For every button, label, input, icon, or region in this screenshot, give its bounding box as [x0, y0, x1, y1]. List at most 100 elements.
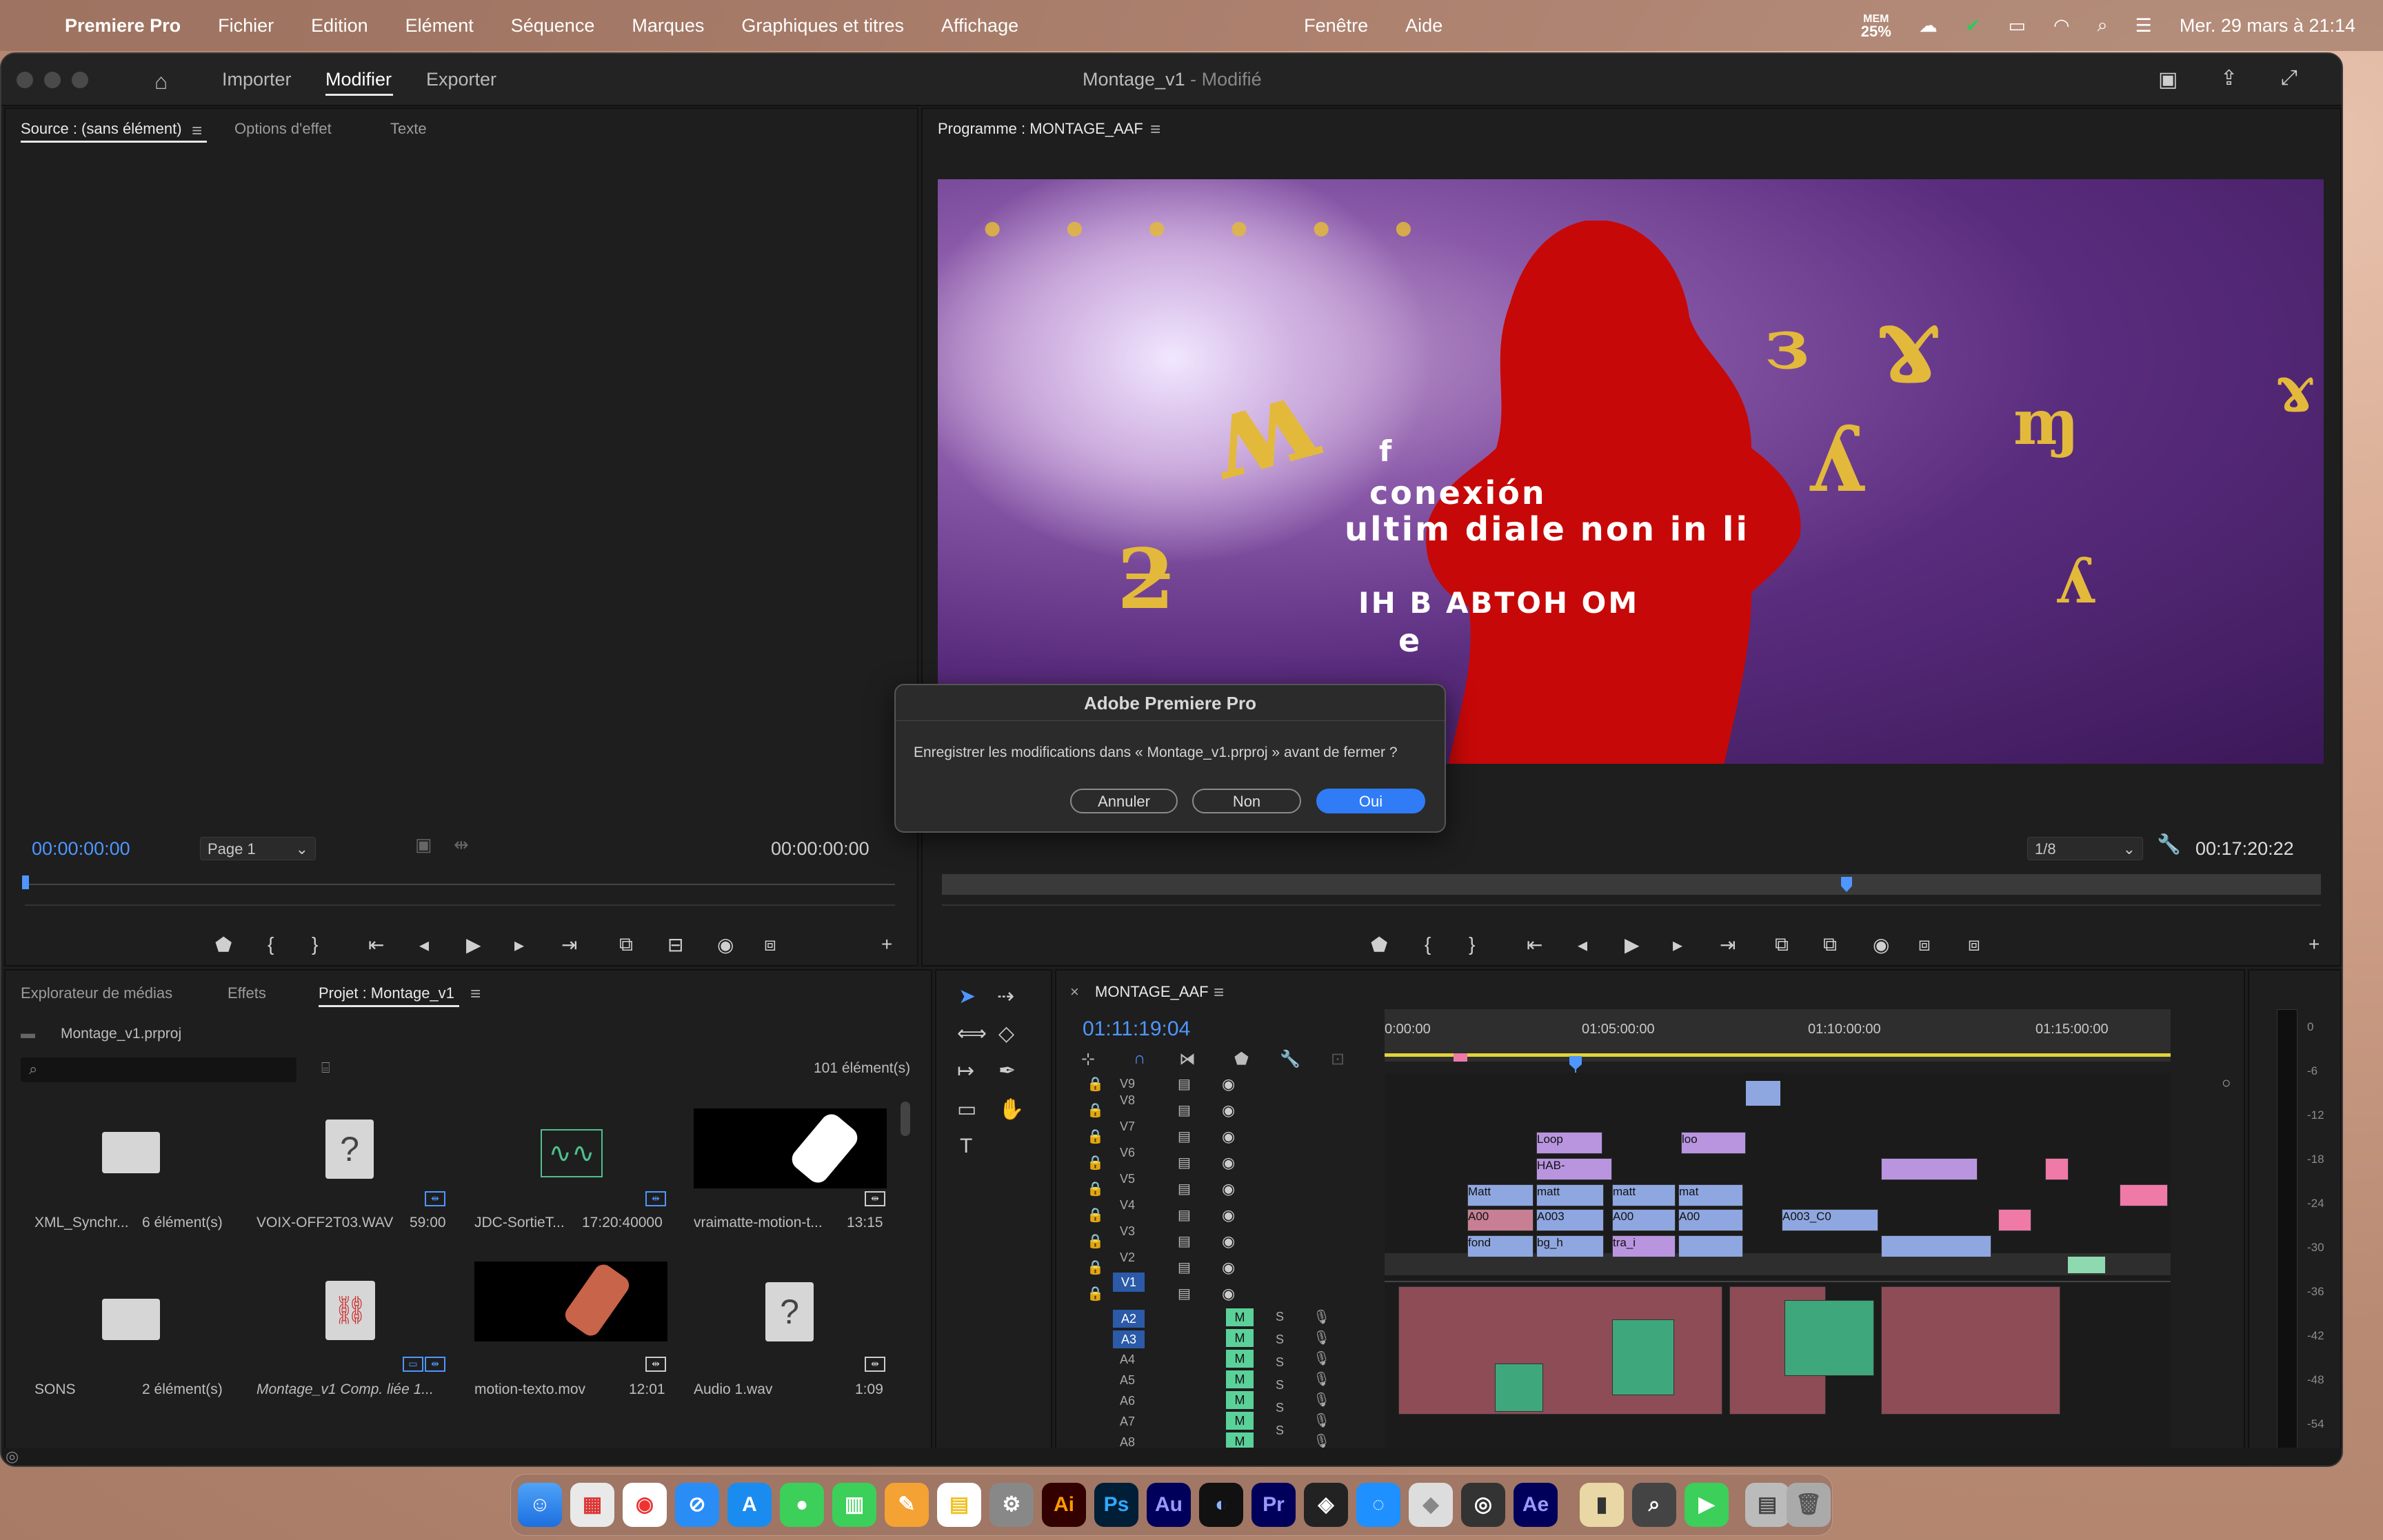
track-label[interactable]: A6 — [1120, 1394, 1135, 1408]
messages-icon[interactable]: ● — [780, 1483, 824, 1527]
trash-icon[interactable]: 🗑 — [1787, 1483, 1831, 1527]
workspaces-icon[interactable]: ▣ — [2158, 68, 2178, 92]
source-fit-icon[interactable]: ⇹ — [454, 834, 469, 855]
lift-icon[interactable]: ⧉ — [1775, 933, 1789, 956]
source-ruler[interactable] — [25, 884, 895, 885]
mute-button[interactable]: M — [1226, 1350, 1254, 1368]
captions-icon[interactable]: ⊡ — [1331, 1049, 1345, 1069]
memory-indicator[interactable]: MEM 25% — [1861, 13, 1891, 39]
close-window-button[interactable] — [17, 72, 33, 88]
play-icon[interactable]: ▶ — [466, 933, 481, 956]
work-area-bar[interactable] — [1385, 1053, 2171, 1057]
cinema4d-icon[interactable]: ◐ — [1199, 1483, 1243, 1527]
solo-button[interactable]: S — [1276, 1310, 1289, 1324]
track-label[interactable]: A5 — [1120, 1373, 1135, 1388]
track-label[interactable]: V9 — [1120, 1077, 1135, 1091]
timeline-tracks-area[interactable]: Loop loo HAB- Matt matt matt mat A00 A00… — [1385, 1073, 2171, 1466]
track-label[interactable]: V4 — [1120, 1198, 1135, 1213]
menu-aide[interactable]: Aide — [1405, 15, 1442, 37]
menu-fichier[interactable]: Fichier — [218, 15, 274, 37]
button-editor-icon[interactable]: ⧈ — [764, 933, 776, 956]
video-clip[interactable]: fond — [1467, 1235, 1534, 1257]
nav-importer[interactable]: Importer — [222, 69, 292, 90]
type-tool-icon[interactable]: T — [960, 1135, 972, 1158]
app-store-icon[interactable]: A — [727, 1483, 772, 1527]
video-clip[interactable] — [2067, 1256, 2106, 1274]
minimize-window-button[interactable] — [44, 72, 61, 88]
track-label[interactable]: V5 — [1120, 1172, 1135, 1186]
voiceover-record-icons[interactable]: 🎙 🎙 🎙 🎙 🎙 🎙 🎙 — [1313, 1307, 1330, 1452]
track-sync-icons[interactable]: ▤ ▤ ▤ ▤ ▤ ▤ ▤ ▤ ▤ — [1178, 1071, 1191, 1307]
audition-icon[interactable]: Au — [1147, 1483, 1191, 1527]
system-settings-icon[interactable]: ⚙ — [989, 1483, 1034, 1527]
timeline-playhead[interactable] — [1569, 1056, 1582, 1070]
hand-icon[interactable]: ✋ — [998, 1097, 1024, 1122]
zoom-window-button[interactable] — [72, 72, 88, 88]
check-icon[interactable]: ✔ — [1965, 15, 1981, 37]
motion-texto-thumbnail[interactable] — [474, 1262, 667, 1341]
track-label[interactable]: V2 — [1120, 1250, 1135, 1265]
tab-effects[interactable]: Effets — [228, 984, 266, 1002]
selection-tool-icon[interactable]: ➤ — [958, 984, 976, 1009]
blender-like-icon[interactable]: ◎ — [1461, 1483, 1505, 1527]
mute-button[interactable]: M — [1226, 1391, 1254, 1409]
mark-out-icon[interactable]: } — [312, 933, 318, 955]
play-icon[interactable]: ▶ — [1625, 933, 1640, 956]
program-zoom-select[interactable]: 1/8 ⌄ — [2027, 837, 2143, 860]
overwrite-icon[interactable]: ⊟ — [667, 933, 683, 956]
solo-button[interactable]: S — [1276, 1424, 1289, 1438]
extract-icon[interactable]: ⧉ — [1823, 933, 1837, 956]
video-clip[interactable]: matt — [1536, 1184, 1604, 1206]
tab-project[interactable]: Projet : Montage_v1 — [319, 984, 454, 1002]
source-timecode-in[interactable]: 00:00:00:00 — [32, 838, 130, 860]
solo-button[interactable]: S — [1276, 1378, 1289, 1392]
razor-icon[interactable]: ◇ — [998, 1022, 1014, 1046]
fullscreen-icon[interactable]: ⤢ — [2281, 66, 2297, 90]
waveform-icon[interactable]: ∿∿ — [541, 1129, 603, 1177]
folder-icon[interactable] — [102, 1299, 160, 1340]
rectangle-icon[interactable]: ▭ — [957, 1097, 976, 1122]
menu-sequence[interactable]: Séquence — [511, 15, 595, 37]
sequence-name[interactable]: MONTAGE_AAF — [1095, 983, 1209, 1001]
marker-icon[interactable]: ⬟ — [215, 933, 232, 956]
safari-icon[interactable]: ⊘ — [675, 1483, 719, 1527]
no-button[interactable]: Non — [1192, 789, 1301, 813]
solo-button[interactable]: S — [1276, 1333, 1289, 1347]
video-clip[interactable] — [1881, 1158, 1978, 1180]
comparison-view-icon[interactable]: ⧈ — [1918, 933, 1931, 956]
audio-clip[interactable] — [1495, 1364, 1543, 1412]
audio-clip[interactable] — [1784, 1300, 1874, 1376]
pages-icon[interactable]: ✎ — [885, 1483, 929, 1527]
video-clip[interactable]: matt — [1612, 1184, 1676, 1206]
video-clip[interactable]: loo — [1681, 1132, 1746, 1154]
video-clip[interactable] — [2120, 1184, 2168, 1206]
solo-button[interactable]: S — [1276, 1401, 1289, 1415]
offline-comp-icon[interactable]: ⛓ — [325, 1281, 375, 1340]
add-button-icon[interactable]: + — [881, 933, 892, 955]
scroll-handle-icon[interactable]: ○ — [2222, 1074, 2231, 1092]
unknown-file-icon[interactable]: ? — [325, 1119, 374, 1179]
video-clip[interactable]: mat — [1678, 1184, 1743, 1206]
mute-button[interactable]: M — [1226, 1370, 1254, 1388]
track-select-icon[interactable]: ⇢ — [997, 984, 1014, 1009]
go-to-out-icon[interactable]: ⇥ — [561, 933, 577, 956]
source-playhead[interactable] — [22, 875, 29, 889]
downloads-stack-icon[interactable]: ▤ — [1745, 1483, 1789, 1527]
close-sequence-icon[interactable]: × — [1070, 983, 1079, 1001]
matte-thumbnail[interactable] — [694, 1108, 887, 1188]
source-menu-icon[interactable]: ≡ — [192, 120, 202, 141]
video-clip[interactable] — [2045, 1158, 2069, 1180]
go-to-in-icon[interactable]: ⇤ — [368, 933, 384, 956]
video-clip[interactable]: tra_i — [1612, 1235, 1676, 1257]
nav-exporter[interactable]: Exporter — [426, 69, 496, 90]
menu-element[interactable]: Elément — [405, 15, 474, 37]
track-label-v1[interactable]: V1 — [1113, 1273, 1145, 1292]
pen-icon[interactable]: ✒ — [998, 1059, 1016, 1083]
video-clip[interactable]: A00 — [1467, 1209, 1534, 1231]
track-label[interactable]: V7 — [1120, 1119, 1135, 1134]
wifi-icon[interactable]: ◠ — [2053, 15, 2070, 37]
mark-in-icon[interactable]: { — [1425, 933, 1431, 955]
control-center-icon[interactable]: ☰ — [2135, 15, 2152, 37]
video-clip[interactable]: A00 — [1612, 1209, 1676, 1231]
mark-in-icon[interactable]: { — [268, 933, 274, 955]
